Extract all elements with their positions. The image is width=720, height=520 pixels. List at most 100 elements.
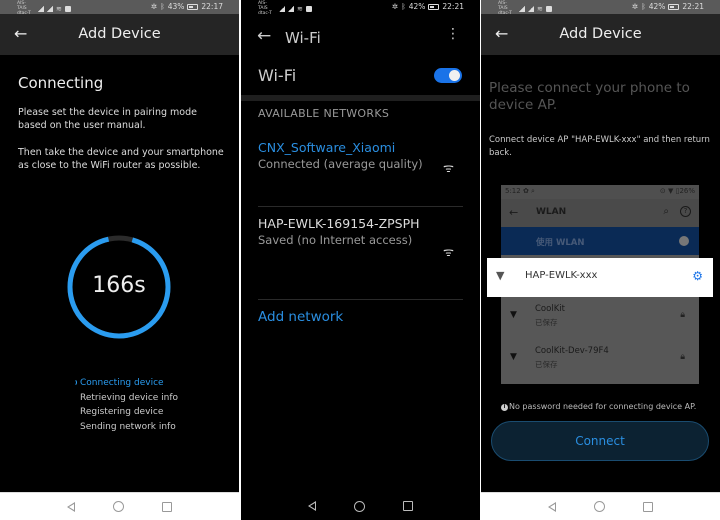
back-arrow-icon[interactable]: ← <box>257 26 271 46</box>
signal-icon <box>279 5 285 12</box>
gear-icon: ⚙ <box>692 269 703 283</box>
section-divider <box>241 95 480 101</box>
wifi-icon: ▼ <box>510 310 517 320</box>
system-nav-bar <box>0 492 239 520</box>
search-icon: ⌕ <box>663 206 669 217</box>
battery-percent: 43% <box>167 2 185 11</box>
available-networks-header: AVAILABLE NETWORKS <box>258 107 390 120</box>
bluetooth-icon: ᛒ <box>160 2 165 11</box>
use-wlan-label: 使用 WLAN <box>536 238 585 248</box>
toggle-knob <box>679 236 689 246</box>
bluetooth-icon: ᛒ <box>641 2 646 11</box>
notification-icon <box>545 5 552 12</box>
wifi-toggle-label: Wi-Fi <box>258 66 297 85</box>
page-title: Wi-Fi <box>285 29 321 47</box>
notification-icon <box>64 5 71 12</box>
illustration-network-item: ▼ CoolKit-Dev-79F4 已保存 🔒︎ <box>501 340 699 376</box>
add-device-connecting-screen: AIS-TAIS dtac-T ≋ ✲ ᛒ 43% 22:17 ← Add De… <box>0 0 239 520</box>
connecting-heading: Connecting <box>18 74 104 92</box>
step-label: Registering device <box>80 407 164 417</box>
battery-percent: 42% <box>648 2 666 11</box>
nav-recents-icon[interactable] <box>643 501 653 512</box>
wifi-toggle-switch[interactable] <box>434 68 462 83</box>
wifi-icon: ≋ <box>297 4 303 13</box>
add-network-link[interactable]: Add network <box>258 309 343 325</box>
network-item-connected[interactable]: CNX_Software_Xiaomi Connected (average q… <box>258 139 468 175</box>
illustration-use-wlan-row: 使用 WLAN <box>501 227 699 255</box>
app-bar: ← Add Device <box>481 14 720 55</box>
nav-back-icon[interactable] <box>308 501 316 511</box>
more-vertical-icon[interactable]: ⋮ <box>446 26 460 42</box>
note-text: No password needed for connecting device… <box>509 402 697 411</box>
network-status: 已保存 <box>535 318 558 327</box>
wifi-lock-icon: ᯤ <box>443 161 454 175</box>
status-bar: AIS-TAIS dtac-T ≋ ✲ ᛒ 42% 22:21 <box>241 0 480 16</box>
wifi-signal-icon: ᯤ <box>443 245 454 259</box>
wifi-icon: ▼ <box>510 352 517 362</box>
wifi-icon: ▼ <box>496 269 505 282</box>
status-bar: AIS-TAIS dtac-T ≋ ✲ ᛒ 42% 22:21 <box>481 0 720 16</box>
step-connecting-device: Connecting device <box>70 376 178 391</box>
page-title: Add Device <box>78 26 161 42</box>
system-nav-bar <box>481 492 720 520</box>
network-item-saved[interactable]: HAP-EWLK-169154-ZPSPH Saved (no Internet… <box>258 215 468 259</box>
battery-icon <box>187 3 199 10</box>
illustration-status-bar: 5:12 ✿ ⌕ ⊙ ▼ ▯26% <box>501 185 699 199</box>
highlighted-ap-network: ▼ HAP-EWLK-xxx ⚙ <box>487 258 713 297</box>
toggle-knob <box>449 70 460 81</box>
connect-ap-instruction: Connect device AP "HAP-EWLK-xxx" and the… <box>489 135 710 158</box>
nav-home-icon[interactable] <box>113 501 124 512</box>
illustration-title: WLAN <box>536 207 567 217</box>
list-divider <box>258 299 463 300</box>
illustration-network-item: ▼ CoolKit 已保存 🔒︎ <box>501 298 699 334</box>
clock: 22:21 <box>682 2 704 11</box>
step-label: Sending network info <box>80 421 176 432</box>
add-device-ap-screen: AIS-TAIS dtac-T ≋ ✲ ᛒ 42% 22:21 ← Add De… <box>481 0 720 520</box>
proximity-instruction: Then take the device and your smartphone… <box>18 147 224 171</box>
step-label: Retrieving device info <box>80 392 179 403</box>
nfc-icon: ✲ <box>631 2 639 11</box>
list-divider <box>258 206 463 207</box>
network-status: Saved (no Internet access) <box>258 233 413 247</box>
bluetooth-icon: ᛒ <box>401 2 406 11</box>
lock-icon: 🔒︎ <box>680 310 685 320</box>
step-registering-device: Registering device <box>70 405 178 420</box>
network-ssid: CoolKit <box>535 304 565 314</box>
signal-icon <box>38 5 44 12</box>
nav-back-icon[interactable] <box>67 501 75 512</box>
connect-ap-heading: Please connect your phone to device AP. <box>489 80 690 113</box>
lock-icon: 🔒︎ <box>680 352 685 362</box>
signal-icon <box>288 5 294 12</box>
status-bar: AIS-TAIS dtac-T ≋ ✲ ᛒ 43% 22:17 <box>0 0 239 16</box>
wifi-toggle-row[interactable]: Wi-Fi <box>241 62 480 92</box>
signal-icon <box>519 5 525 12</box>
wifi-icon: ≋ <box>537 4 543 13</box>
loading-spinner-icon <box>70 379 77 386</box>
illustration-status-left: 5:12 ✿ ⌕ <box>505 187 535 195</box>
nav-home-icon[interactable] <box>354 500 365 512</box>
clock: 22:21 <box>442 2 464 11</box>
ap-ssid: HAP-EWLK-xxx <box>525 270 598 281</box>
illustration-status-right: ⊙ ▼ ▯26% <box>659 187 695 195</box>
nav-recents-icon[interactable] <box>162 501 172 512</box>
page-title: Add Device <box>559 26 642 42</box>
wifi-settings-screen: AIS-TAIS dtac-T ≋ ✲ ᛒ 42% 22:21 ← Wi-Fi … <box>241 0 480 520</box>
app-bar: ← Wi-Fi ⋮ <box>241 14 480 60</box>
network-status: Connected (average quality) <box>258 157 423 171</box>
nav-home-icon[interactable] <box>594 501 605 512</box>
nfc-icon: ✲ <box>391 2 399 11</box>
nav-back-icon[interactable] <box>548 501 556 512</box>
step-retrieving-device-info: Retrieving device info <box>70 391 178 406</box>
battery-percent: 42% <box>408 2 426 11</box>
wifi-icon: ≋ <box>56 4 62 13</box>
back-arrow-icon: ← <box>509 206 519 219</box>
illustration-app-bar: ← WLAN ⌕ ? <box>501 199 699 227</box>
battery-icon <box>668 3 680 10</box>
step-sending-network-info: Sending network info <box>70 420 178 435</box>
step-label: Connecting device <box>80 378 164 388</box>
battery-icon <box>428 3 440 10</box>
pairing-instruction: Please set the device in pairing mode ba… <box>18 107 197 131</box>
app-bar: ← Add Device <box>0 14 239 55</box>
connect-button[interactable]: Connect <box>491 421 709 461</box>
nav-recents-icon[interactable] <box>403 501 413 511</box>
